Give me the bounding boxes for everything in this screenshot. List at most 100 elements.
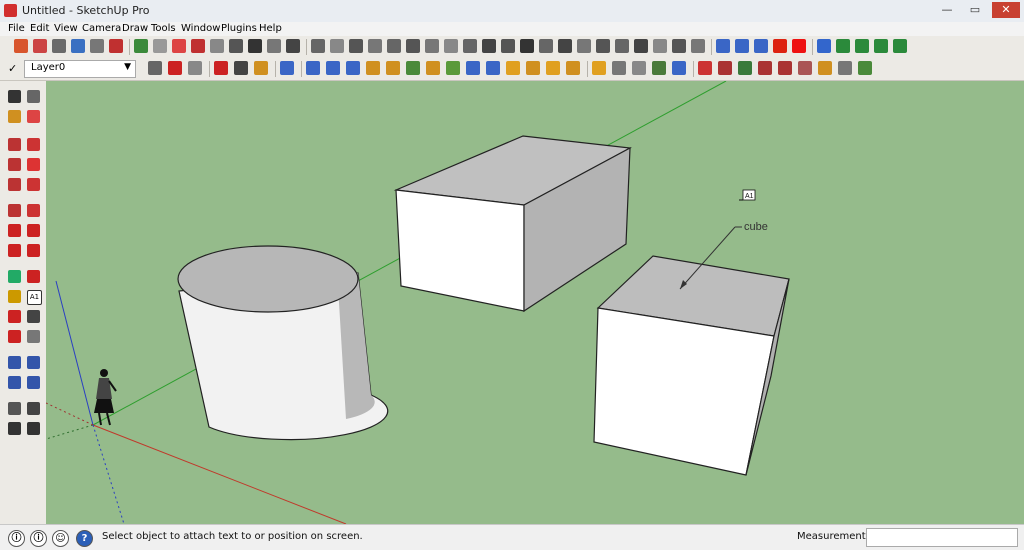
instructor-help-icon[interactable]: ? <box>76 530 93 547</box>
menu-file[interactable]: File <box>8 22 25 36</box>
palette-tool-icon[interactable] <box>8 330 21 343</box>
toolbar-tool-icon[interactable] <box>387 39 401 53</box>
toolbar-tool-icon[interactable] <box>546 61 560 75</box>
toolbar-tool-icon[interactable] <box>466 61 480 75</box>
user-icon[interactable]: ☺ <box>52 530 69 547</box>
toolbar-tool-icon[interactable] <box>778 61 792 75</box>
palette-tool-icon[interactable] <box>8 90 21 103</box>
toolbar-tool-icon[interactable] <box>90 39 104 53</box>
toolbar-tool-icon[interactable] <box>858 61 872 75</box>
toolbar-tool-icon[interactable] <box>444 39 458 53</box>
menu-draw[interactable]: Draw <box>122 22 148 36</box>
toolbar-tool-icon[interactable] <box>229 39 243 53</box>
toolbar-tool-icon[interactable] <box>482 39 496 53</box>
palette-tool-icon[interactable] <box>27 158 40 171</box>
palette-tool-icon[interactable] <box>27 138 40 151</box>
toolbar-tool-icon[interactable] <box>716 39 730 53</box>
toolbar-tool-icon[interactable] <box>210 39 224 53</box>
toolbar-tool-icon[interactable] <box>634 39 648 53</box>
toolbar-tool-icon[interactable] <box>330 39 344 53</box>
toolbar-tool-icon[interactable] <box>672 39 686 53</box>
minimize-button[interactable]: — <box>934 2 960 18</box>
toolbar-tool-icon[interactable] <box>754 39 768 53</box>
credits-icon[interactable]: ⓘ <box>30 530 47 547</box>
menu-window[interactable]: Window <box>181 22 220 36</box>
palette-tool-icon[interactable] <box>8 402 21 415</box>
toolbar-tool-icon[interactable] <box>406 61 420 75</box>
palette-tool-icon[interactable] <box>27 402 40 415</box>
close-button[interactable]: ✕ <box>992 2 1020 18</box>
palette-tool-icon[interactable] <box>27 110 40 123</box>
toolbar-tool-icon[interactable] <box>838 61 852 75</box>
modeling-viewport[interactable]: cube A1 <box>46 81 1024 524</box>
toolbar-tool-icon[interactable] <box>526 61 540 75</box>
toolbar-tool-icon[interactable] <box>306 61 320 75</box>
palette-tool-icon[interactable] <box>8 138 21 151</box>
measurements-input[interactable] <box>866 528 1018 547</box>
toolbar-tool-icon[interactable] <box>188 61 202 75</box>
toolbar-tool-icon[interactable] <box>254 61 268 75</box>
toolbar-tool-icon[interactable] <box>792 39 806 53</box>
palette-tool-icon[interactable] <box>27 422 40 435</box>
toolbar-tool-icon[interactable] <box>691 39 705 53</box>
toolbar-tool-icon[interactable] <box>267 39 281 53</box>
toolbar-tool-icon[interactable] <box>14 39 28 53</box>
toolbar-tool-icon[interactable] <box>738 61 752 75</box>
palette-tool-icon[interactable] <box>8 356 21 369</box>
toolbar-tool-icon[interactable] <box>366 61 380 75</box>
toolbar-tool-icon[interactable] <box>818 61 832 75</box>
toolbar-tool-icon[interactable] <box>234 61 248 75</box>
toolbar-tool-icon[interactable] <box>386 61 400 75</box>
toolbar-tool-icon[interactable] <box>153 39 167 53</box>
menu-help[interactable]: Help <box>259 22 282 36</box>
toolbar-tool-icon[interactable] <box>632 61 646 75</box>
palette-tool-icon[interactable] <box>8 422 21 435</box>
toolbar-tool-icon[interactable] <box>798 61 812 75</box>
menu-camera[interactable]: Camera <box>82 22 121 36</box>
toolbar-tool-icon[interactable] <box>168 61 182 75</box>
toolbar-tool-icon[interactable] <box>612 61 626 75</box>
toolbar-tool-icon[interactable] <box>52 39 66 53</box>
toolbar-tool-icon[interactable] <box>558 39 572 53</box>
toolbar-tool-icon[interactable] <box>463 39 477 53</box>
palette-tool-icon[interactable] <box>27 356 40 369</box>
palette-tool-icon[interactable] <box>27 310 40 323</box>
toolbar-tool-icon[interactable] <box>698 61 712 75</box>
palette-tool-icon[interactable] <box>8 290 21 303</box>
toolbar-tool-icon[interactable] <box>758 61 772 75</box>
toolbar-tool-icon[interactable] <box>134 39 148 53</box>
toolbar-tool-icon[interactable] <box>672 61 686 75</box>
toolbar-tool-icon[interactable] <box>735 39 749 53</box>
toolbar-tool-icon[interactable] <box>346 61 360 75</box>
toolbar-tool-icon[interactable] <box>446 61 460 75</box>
toolbar-tool-icon[interactable] <box>817 39 831 53</box>
toolbar-tool-icon[interactable] <box>425 39 439 53</box>
toolbar-tool-icon[interactable] <box>615 39 629 53</box>
toolbar-tool-icon[interactable] <box>566 61 580 75</box>
palette-tool-icon[interactable] <box>27 244 40 257</box>
toolbar-tool-icon[interactable] <box>71 39 85 53</box>
toolbar-tool-icon[interactable] <box>248 39 262 53</box>
menu-edit[interactable]: Edit <box>30 22 49 36</box>
toolbar-tool-icon[interactable] <box>855 39 869 53</box>
toolbar-tool-icon[interactable] <box>874 39 888 53</box>
toolbar-tool-icon[interactable] <box>286 39 300 53</box>
palette-tool-icon[interactable] <box>27 178 40 191</box>
toolbar-tool-icon[interactable] <box>506 61 520 75</box>
palette-tool-icon[interactable] <box>8 310 21 323</box>
palette-tool-icon[interactable] <box>27 270 40 283</box>
palette-tool-icon[interactable] <box>8 204 21 217</box>
menu-plugins[interactable]: Plugins <box>221 22 257 36</box>
palette-tool-icon[interactable] <box>8 110 21 123</box>
cylinder[interactable] <box>177 245 389 441</box>
toolbar-tool-icon[interactable] <box>311 39 325 53</box>
toolbar-tool-icon[interactable] <box>349 39 363 53</box>
maximize-button[interactable]: ▭ <box>962 2 988 18</box>
palette-tool-icon[interactable] <box>8 270 21 283</box>
toolbar-tool-icon[interactable] <box>596 39 610 53</box>
toolbar-tool-icon[interactable] <box>326 61 340 75</box>
palette-tool-icon[interactable] <box>8 158 21 171</box>
palette-tool-icon[interactable] <box>27 204 40 217</box>
toolbar-tool-icon[interactable] <box>368 39 382 53</box>
toolbar-tool-icon[interactable] <box>718 61 732 75</box>
